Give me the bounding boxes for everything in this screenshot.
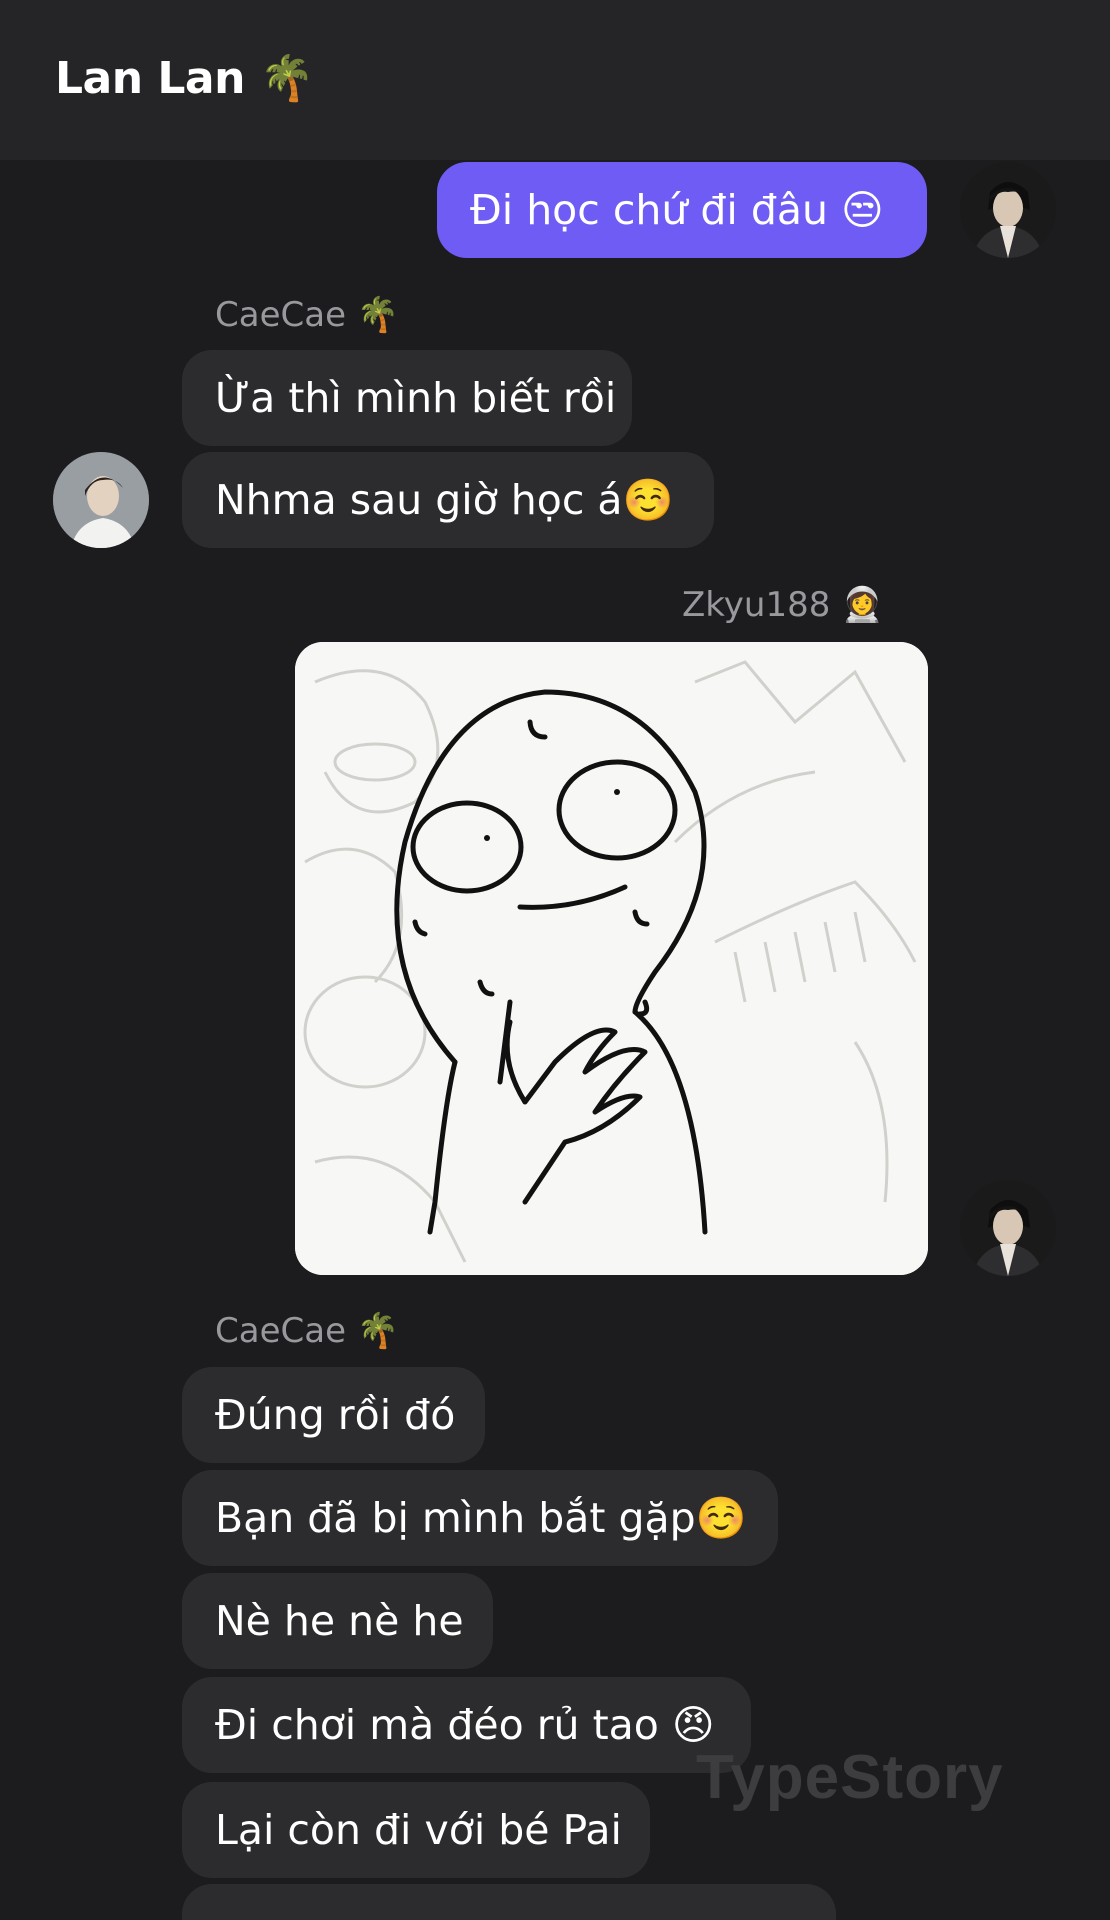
chat-header: Lan Lan 🌴 [0,0,1110,160]
my-avatar-image [960,162,1056,258]
sketch-character-image [295,642,928,1275]
incoming-message-bubble-partial[interactable] [182,1884,836,1920]
incoming-message-bubble[interactable]: Nhma sau giờ học á☺️ [182,452,714,548]
chat-screen: Lan Lan 🌴 Đi học chứ đi đâu 😒 CaeCae 🌴 Ừ… [0,0,1110,1920]
outgoing-message-bubble[interactable]: Đi học chứ đi đâu 😒 [437,162,927,258]
my-avatar-image [960,1180,1056,1276]
incoming-message-bubble[interactable]: Ừa thì mình biết rồi [182,350,632,446]
sender-name: Zkyu188 👩‍🚀 [682,585,884,625]
incoming-message-bubble[interactable]: Đi chơi mà đéo rủ tao 😠 [182,1677,751,1773]
incoming-message-bubble[interactable]: Bạn đã bị mình bắt gặp☺️ [182,1470,778,1566]
contact-avatar[interactable] [53,452,149,548]
incoming-message-bubble[interactable]: Đúng rồi đó [182,1367,485,1463]
my-avatar[interactable] [960,1180,1056,1276]
contact-avatar-image [53,452,149,548]
sticker-image-message[interactable] [295,642,928,1275]
my-avatar[interactable] [960,162,1056,258]
sender-name: CaeCae 🌴 [215,1311,400,1351]
sender-name: CaeCae 🌴 [215,295,400,335]
watermark: TypeStory [696,1743,1004,1812]
incoming-message-bubble[interactable]: Nè he nè he [182,1573,493,1669]
incoming-message-bubble[interactable]: Lại còn đi với bé Pai [182,1782,650,1878]
chat-title[interactable]: Lan Lan 🌴 [55,52,315,104]
